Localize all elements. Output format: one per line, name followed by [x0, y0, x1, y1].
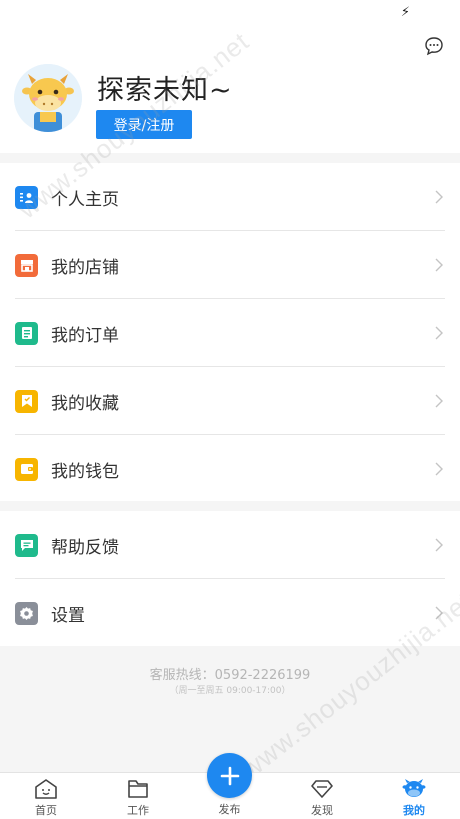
tab-home[interactable]: 首页 — [0, 773, 92, 819]
status-bar: ⚡ — [0, 0, 460, 26]
username: 探索未知~ — [97, 75, 233, 106]
profile-card-icon — [15, 185, 38, 209]
chevron-right-icon — [435, 394, 443, 408]
menu-label: 我的收藏 — [51, 393, 119, 414]
service-hours: （周一至周五 09:00-17:00） — [169, 686, 291, 696]
customer-service-hotline: 客服热线：0592-2226199 — [149, 668, 311, 683]
chevron-right-icon — [435, 326, 443, 340]
cow-mine-icon — [402, 779, 426, 797]
menu-item-favorites[interactable]: 我的收藏 — [0, 367, 460, 435]
menu-label: 我的订单 — [51, 325, 119, 346]
folder-icon — [128, 780, 148, 798]
menu-item-my-orders[interactable]: 我的订单 — [0, 299, 460, 367]
order-icon — [15, 321, 38, 345]
plus-icon — [220, 766, 239, 785]
avatar[interactable] — [14, 64, 82, 132]
discover-diamond-icon — [311, 780, 333, 798]
menu-item-profile[interactable]: 个人主页 — [0, 163, 460, 231]
bookmark-icon — [15, 389, 38, 413]
chevron-right-icon — [435, 190, 443, 204]
tab-label: 工作 — [127, 804, 149, 817]
menu-group-secondary: 帮助反馈 设置 — [0, 511, 460, 646]
menu-label: 帮助反馈 — [51, 537, 119, 558]
cow-avatar-icon — [14, 64, 82, 132]
publish-button[interactable] — [207, 753, 252, 798]
charging-bolt-icon: ⚡ — [400, 5, 410, 20]
store-icon — [15, 253, 38, 277]
chevron-right-icon — [435, 606, 443, 620]
tab-label: 发布 — [218, 803, 241, 816]
tab-work[interactable]: 工作 — [92, 773, 184, 819]
tab-label: 首页 — [35, 804, 57, 817]
tab-label: 发现 — [311, 804, 333, 817]
login-register-button[interactable]: 登录/注册 — [96, 110, 192, 139]
chevron-right-icon — [435, 462, 443, 476]
menu-label: 设置 — [51, 605, 85, 626]
settings-gear-icon — [15, 601, 38, 625]
profile-header: 探索未知~ 登录/注册 — [0, 26, 460, 153]
chevron-right-icon — [435, 538, 443, 552]
wallet-icon — [15, 457, 38, 481]
home-face-icon — [35, 779, 57, 799]
feedback-icon — [15, 533, 38, 557]
chevron-right-icon — [435, 258, 443, 272]
tab-mine[interactable]: 我的 — [368, 773, 460, 819]
tab-label: 我的 — [403, 804, 425, 817]
menu-label: 个人主页 — [51, 189, 119, 210]
menu-item-wallet[interactable]: 我的钱包 — [0, 435, 460, 503]
menu-label: 我的店铺 — [51, 257, 119, 278]
menu-item-my-store[interactable]: 我的店铺 — [0, 231, 460, 299]
message-bubble-icon[interactable] — [424, 36, 444, 56]
menu-item-help-feedback[interactable]: 帮助反馈 — [0, 511, 460, 579]
menu-label: 我的钱包 — [51, 461, 119, 482]
tab-discover[interactable]: 发现 — [276, 773, 368, 819]
menu-group-primary: 个人主页 我的店铺 我的订单 我的收藏 我的钱包 — [0, 163, 460, 501]
menu-item-settings[interactable]: 设置 — [0, 579, 460, 647]
